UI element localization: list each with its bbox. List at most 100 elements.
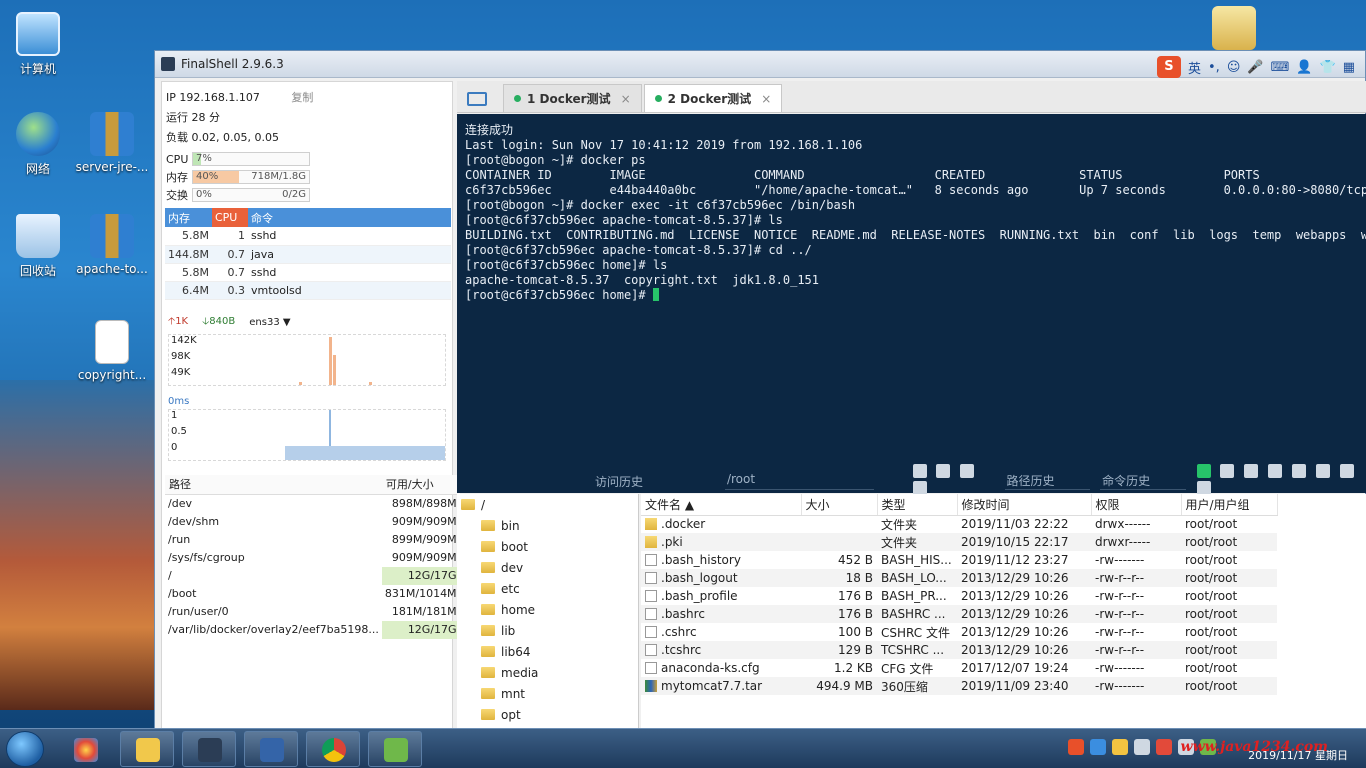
- history-button[interactable]: 访问历史: [457, 473, 725, 490]
- command-history-field[interactable]: 命令历史: [1100, 472, 1186, 490]
- tree-node[interactable]: mnt: [457, 683, 638, 704]
- desktop-icon-computer[interactable]: 计算机: [0, 12, 76, 77]
- table-row[interactable]: /run/user/0 181M/181M: [165, 603, 460, 621]
- table-row[interactable]: /dev 898M/898M: [165, 495, 460, 513]
- desktop-icon-apache-tomcat[interactable]: apache-to...: [74, 214, 150, 276]
- table-row[interactable]: /boot 831M/1014M: [165, 585, 460, 603]
- tray-icon[interactable]: [1134, 739, 1150, 755]
- play-icon[interactable]: [1339, 464, 1354, 478]
- open-folder-button[interactable]: [461, 86, 493, 112]
- skin-icon[interactable]: 👕: [1320, 60, 1336, 75]
- tree-node[interactable]: dev: [457, 557, 638, 578]
- keyboard-icon[interactable]: ⌨: [1271, 60, 1290, 75]
- sogou-tray-icon[interactable]: [1068, 739, 1084, 755]
- desktop-icon-copyright[interactable]: copyright...: [74, 320, 150, 382]
- refresh-icon[interactable]: [912, 464, 927, 478]
- col-path[interactable]: 路径: [165, 474, 382, 495]
- desktop-icon-network[interactable]: 网络: [0, 112, 76, 177]
- upload-file-icon[interactable]: [912, 481, 927, 495]
- tree-node[interactable]: lib: [457, 620, 638, 641]
- table-row[interactable]: .cshrc 100 B CSHRC 文件 2013/12/29 10:26 -rw-r…: [641, 623, 1277, 641]
- tray-icon[interactable]: [1112, 739, 1128, 755]
- close-icon[interactable]: ×: [761, 92, 771, 106]
- table-row[interactable]: .bash_logout 18 B BASH_LO... 2013/12/29 10:…: [641, 569, 1277, 587]
- table-row[interactable]: .bash_history 452 B BASH_HIS... 2019/11/12 …: [641, 551, 1277, 569]
- path-history-field[interactable]: 路径历史: [1004, 472, 1091, 490]
- table-row[interactable]: .docker 文件夹 2019/11/03 22:22 drwx------ root…: [641, 515, 1277, 533]
- mem-meter-row: 内存 40% 718M/1.8G: [162, 168, 452, 186]
- grid-icon[interactable]: ▦: [1343, 60, 1355, 75]
- tab-docker-1[interactable]: 1 Docker测试 ×: [503, 84, 642, 112]
- col-filename[interactable]: 文件名 ▲: [641, 494, 802, 516]
- search-icon[interactable]: [1268, 464, 1283, 478]
- taskbar-app-editor[interactable]: [368, 731, 422, 767]
- upload-icon[interactable]: [936, 464, 951, 478]
- start-button[interactable]: [6, 731, 44, 767]
- col-cpu[interactable]: CPU: [211, 208, 248, 227]
- col-avail[interactable]: 可用/大小: [381, 474, 460, 495]
- table-row[interactable]: /var/lib/docker/overlay2/eef7ba5198... 12…: [165, 620, 460, 639]
- tree-node[interactable]: lib64: [457, 641, 638, 662]
- copy-ip-button[interactable]: 复制: [291, 91, 313, 104]
- col-size[interactable]: 大小: [801, 494, 878, 516]
- ime-toolbar[interactable]: S 英 •, ☺ 🎤 ⌨ 👤 👕 ▦: [1156, 56, 1355, 78]
- table-row[interactable]: anaconda-ks.cfg 1.2 KB CFG 文件 2017/12/07 19…: [641, 659, 1277, 677]
- ime-language[interactable]: 英: [1188, 58, 1201, 77]
- table-row[interactable]: / 12G/17G: [165, 566, 460, 585]
- table-row[interactable]: 5.8M 1 sshd: [165, 227, 451, 246]
- col-cmd[interactable]: 命令: [247, 208, 451, 227]
- table-row[interactable]: 144.8M 0.7 java: [165, 245, 451, 264]
- table-row[interactable]: .pki 文件夹 2019/10/15 22:17 drwxr----- root/ro…: [641, 533, 1277, 551]
- download-icon[interactable]: [960, 464, 975, 478]
- desktop-icon-server-jre[interactable]: server-jre-...: [74, 112, 150, 174]
- paste-icon[interactable]: [1244, 464, 1259, 478]
- interface-select[interactable]: ens33 ▼: [249, 317, 290, 328]
- table-row[interactable]: .bash_profile 176 B BASH_PR... 2013/12/29 1…: [641, 587, 1277, 605]
- lightning-icon[interactable]: [1196, 464, 1211, 478]
- taskbar-pinned-app[interactable]: [58, 731, 112, 767]
- close-icon[interactable]: ×: [621, 92, 631, 106]
- table-row[interactable]: 5.8M 0.7 sshd: [165, 263, 451, 282]
- tree-node[interactable]: opt: [457, 704, 638, 725]
- table-row[interactable]: /run 899M/909M: [165, 531, 460, 549]
- table-row[interactable]: .tcshrc 129 B TCSHRC ... 2013/12/29 10:26 -r…: [641, 641, 1277, 659]
- emoji-icon[interactable]: ☺: [1227, 60, 1241, 75]
- copy-icon[interactable]: [1220, 464, 1235, 478]
- taskbar-app-nav[interactable]: [244, 731, 298, 767]
- taskbar-app-chrome[interactable]: [306, 731, 360, 767]
- tab-docker-2[interactable]: 2 Docker测试 ×: [643, 84, 783, 112]
- col-owner[interactable]: 用户/用户组: [1181, 494, 1278, 516]
- tray-icon[interactable]: [1090, 739, 1106, 755]
- col-mtime[interactable]: 修改时间: [957, 494, 1092, 516]
- col-mem[interactable]: 内存: [165, 208, 212, 227]
- user-icon[interactable]: 👤: [1296, 60, 1312, 75]
- microphone-icon[interactable]: 🎤: [1247, 60, 1263, 75]
- taskbar-app-finalshell[interactable]: [182, 731, 236, 767]
- table-row[interactable]: /dev/shm 909M/909M: [165, 513, 460, 531]
- desktop-icon-folder[interactable]: [1196, 6, 1272, 54]
- col-type[interactable]: 类型: [877, 494, 958, 516]
- desktop-icon-recycle-bin[interactable]: 回收站: [0, 214, 76, 279]
- table-row[interactable]: 6.4M 0.3 vmtoolsd: [165, 281, 451, 300]
- table-row[interactable]: .bashrc 176 B BASHRC ... 2013/12/29 10:26 -r…: [641, 605, 1277, 623]
- tree-node[interactable]: media: [457, 662, 638, 683]
- terminal[interactable]: 连接成功 Last login: Sun Nov 17 10:41:12 201…: [457, 114, 1366, 493]
- clock[interactable]: 2019/11/17 星期日: [1248, 733, 1348, 763]
- ime-punctuation[interactable]: •,: [1208, 60, 1220, 75]
- table-row[interactable]: /sys/fs/cgroup 909M/909M: [165, 549, 460, 567]
- tray-icon[interactable]: [1156, 739, 1172, 755]
- arrow-down-icon[interactable]: [1196, 481, 1211, 495]
- tree-node[interactable]: bin: [457, 515, 638, 536]
- sogou-logo-icon[interactable]: S: [1156, 56, 1181, 78]
- tree-node[interactable]: home: [457, 599, 638, 620]
- tree-node[interactable]: boot: [457, 536, 638, 557]
- tree-node[interactable]: etc: [457, 578, 638, 599]
- title-bar[interactable]: FinalShell 2.9.6.3 S 英 •, ☺ 🎤 ⌨ 👤 👕 ▦: [155, 51, 1365, 78]
- path-field[interactable]: /root: [724, 472, 874, 490]
- taskbar-app-explorer[interactable]: [120, 731, 174, 767]
- tree-root[interactable]: /: [457, 494, 638, 515]
- table-row[interactable]: mytomcat7.7.tar 494.9 MB 360压缩 2019/11/09 2…: [641, 677, 1277, 695]
- col-perm[interactable]: 权限: [1091, 494, 1182, 516]
- gear-icon[interactable]: [1291, 464, 1306, 478]
- folder-icon[interactable]: [1315, 464, 1330, 478]
